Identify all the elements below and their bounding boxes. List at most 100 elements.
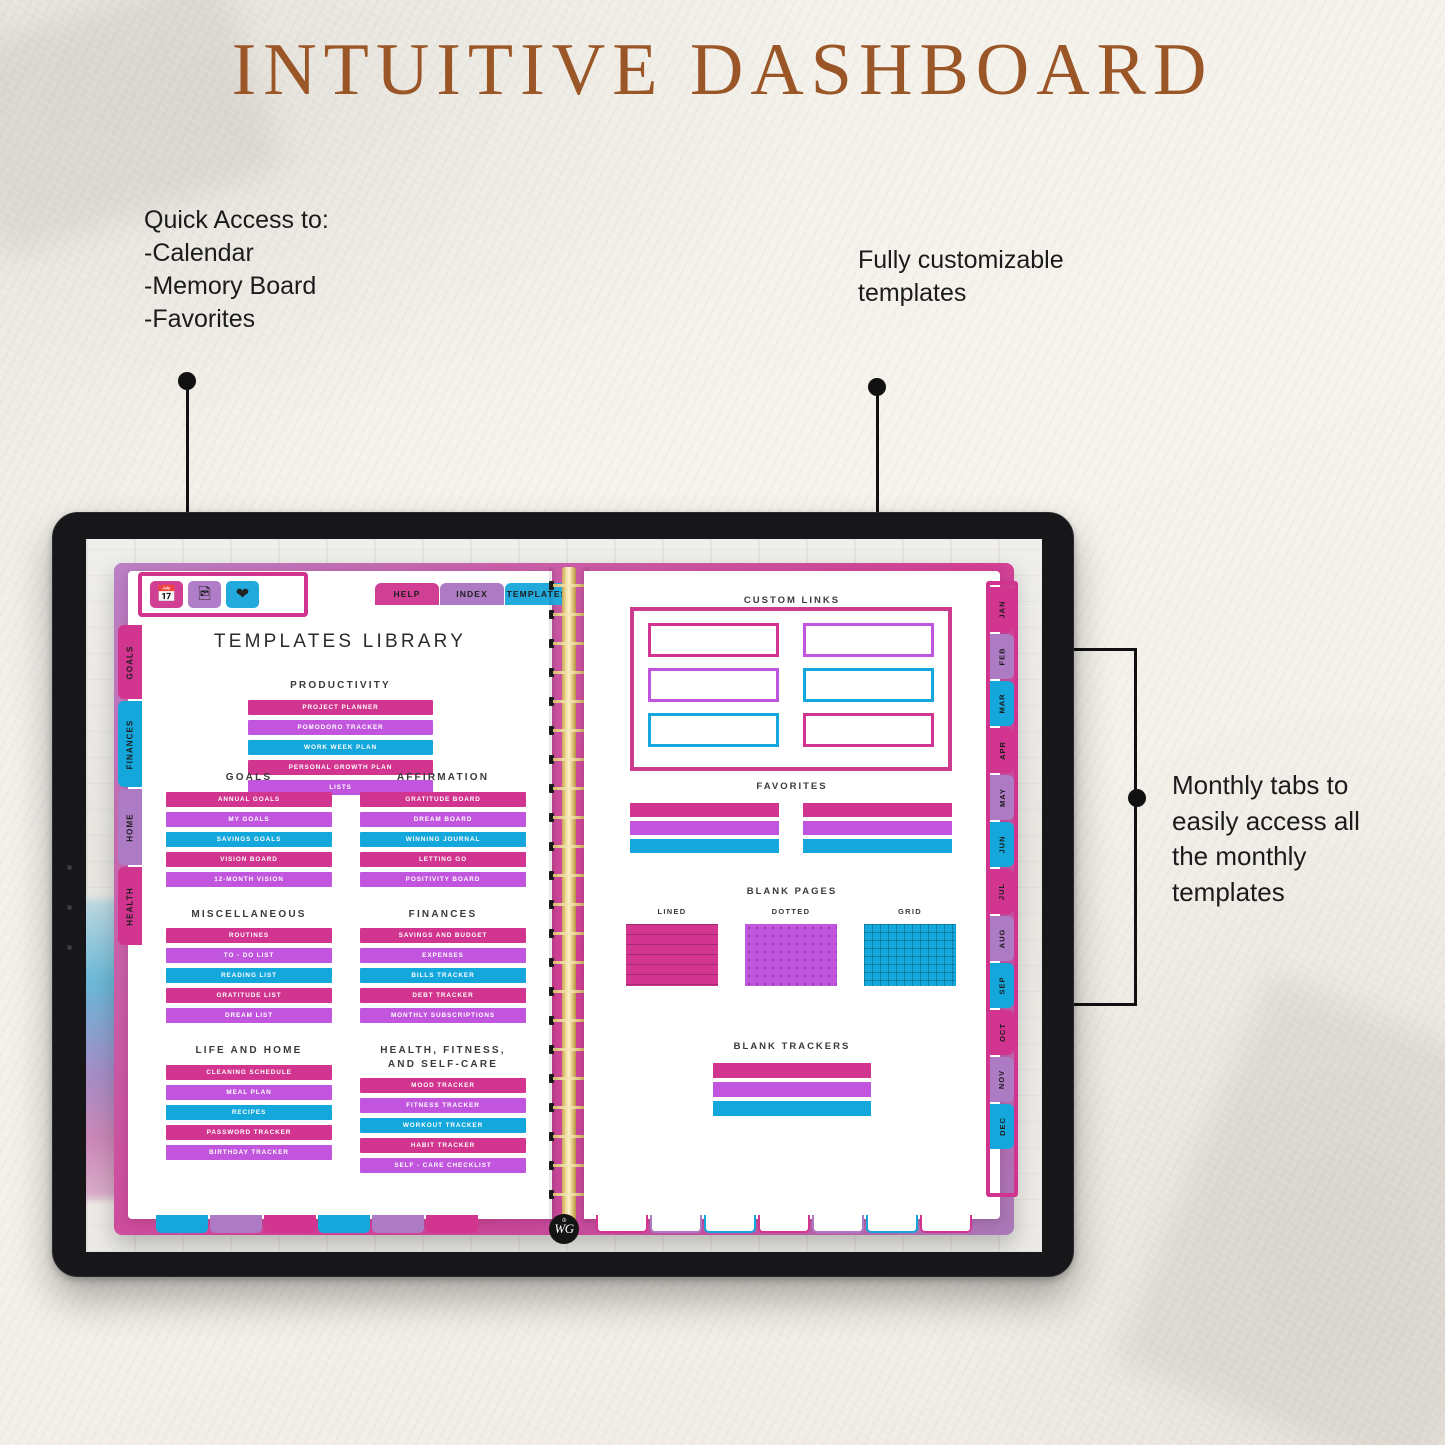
bottom-tab[interactable] — [372, 1215, 424, 1233]
bottom-tab[interactable] — [210, 1215, 262, 1233]
spiral-ring — [549, 1074, 589, 1083]
bottom-tab[interactable] — [758, 1215, 810, 1233]
template-link-button[interactable]: MOOD TRACKER — [360, 1078, 526, 1093]
template-link-button[interactable]: LETTING GO — [360, 851, 526, 867]
blank-tracker-bar[interactable] — [713, 1082, 871, 1097]
quick-access-toolbar[interactable]: 📅 🖻 ❤ — [150, 581, 259, 608]
bottom-tabs-right[interactable] — [596, 1215, 972, 1233]
template-link-button[interactable]: PROJECT PLANNER — [248, 699, 433, 715]
spiral-ring — [549, 668, 589, 677]
template-link-button[interactable]: RECIPES — [166, 1104, 332, 1120]
bottom-tab[interactable] — [426, 1215, 478, 1233]
blank-page-swatch[interactable] — [626, 924, 718, 986]
bottom-tab[interactable] — [866, 1215, 918, 1233]
bottom-tab[interactable] — [920, 1215, 972, 1233]
category-tab-health[interactable]: HEALTH — [118, 867, 142, 945]
template-link-button[interactable]: GRATITUDE BOARD — [360, 791, 526, 807]
bottom-tab[interactable] — [264, 1215, 316, 1233]
template-link-button[interactable]: MY GOALS — [166, 811, 332, 827]
template-link-button[interactable]: POMODORO TRACKER — [248, 719, 433, 735]
favorite-link-bar[interactable] — [803, 839, 952, 853]
top-tab-index[interactable]: INDEX — [440, 583, 504, 605]
template-link-button[interactable]: FITNESS TRACKER — [360, 1098, 526, 1113]
top-tab-help[interactable]: HELP — [375, 583, 439, 605]
template-link-button[interactable]: TO - DO LIST — [166, 948, 332, 963]
category-tab-label: HEALTH — [125, 886, 135, 926]
blank-page-grid[interactable]: GRID — [864, 907, 956, 986]
custom-links-panel — [630, 607, 952, 771]
template-link-button[interactable]: DEBT TRACKER — [360, 988, 526, 1003]
template-link-button[interactable]: VISION BOARD — [166, 851, 332, 867]
template-link-button[interactable]: BIRTHDAY TRACKER — [166, 1144, 332, 1160]
favorite-link-bar[interactable] — [803, 803, 952, 817]
blank-trackers-stack[interactable] — [713, 1063, 871, 1120]
callout-monthly-tabs: Monthly tabs to easily access all the mo… — [1172, 770, 1360, 907]
memory-board-icon[interactable]: 🖻 — [188, 581, 221, 608]
section-heading: HEALTH, FITNESS, AND SELF-CARE — [380, 1045, 506, 1070]
custom-link-box[interactable] — [648, 623, 779, 657]
favorites-icon[interactable]: ❤ — [226, 581, 259, 608]
template-link-button[interactable]: CLEANING SCHEDULE — [166, 1064, 332, 1080]
blank-page-swatch[interactable] — [864, 924, 956, 986]
custom-link-box[interactable] — [648, 713, 779, 747]
custom-link-box[interactable] — [803, 713, 934, 747]
blank-tracker-bar[interactable] — [713, 1101, 871, 1116]
blank-pages-row[interactable]: LINED DOTTED GRID — [626, 907, 956, 986]
template-link-button[interactable]: GRATITUDE LIST — [166, 988, 332, 1003]
section-finances: FINANCES SAVINGS AND BUDGET EXPENSES BILLS … — [360, 908, 526, 1029]
month-tabs-highlight-box — [986, 581, 1018, 1197]
template-link-button[interactable]: PASSWORD TRACKER — [166, 1124, 332, 1140]
template-link-button[interactable]: SAVINGS GOALS — [166, 831, 332, 847]
template-link-button[interactable]: POSITIVITY BOARD — [360, 871, 526, 887]
bottom-tabs-left[interactable] — [156, 1215, 478, 1233]
template-link-button[interactable]: EXPENSES — [360, 948, 526, 963]
bottom-tab[interactable] — [596, 1215, 648, 1233]
section-heading: AFFIRMATION — [396, 772, 490, 783]
blank-page-lined[interactable]: LINED — [626, 907, 718, 986]
category-tabs-left[interactable]: GOALS FINANCES HOME HEALTH — [118, 625, 142, 947]
top-tab-bar[interactable]: HELP INDEX TEMPLATES — [375, 583, 569, 605]
section-affirmation: AFFIRMATION GRATITUDE BOARD DREAM BOARD WIN… — [360, 771, 526, 892]
spiral-ring — [549, 871, 589, 880]
custom-link-box[interactable] — [803, 623, 934, 657]
template-link-button[interactable]: DREAM LIST — [166, 1008, 332, 1023]
template-link-button[interactable]: MEAL PLAN — [166, 1084, 332, 1100]
template-link-button[interactable]: SELF - CARE CHECKLIST — [360, 1158, 526, 1173]
custom-link-box[interactable] — [648, 668, 779, 702]
template-link-button[interactable]: READING LIST — [166, 968, 332, 983]
template-link-button[interactable]: DREAM BOARD — [360, 811, 526, 827]
template-link-button[interactable]: ROUTINES — [166, 928, 332, 943]
favorite-link-bar[interactable] — [630, 839, 779, 853]
bottom-tab[interactable] — [156, 1215, 208, 1233]
bottom-tab[interactable] — [650, 1215, 702, 1233]
template-link-button[interactable]: ANNUAL GOALS — [166, 791, 332, 807]
spiral-ring — [549, 697, 589, 706]
custom-links-grid[interactable] — [648, 623, 934, 747]
calendar-icon[interactable]: 📅 — [150, 581, 183, 608]
template-link-button[interactable]: 12-MONTH VISION — [166, 871, 332, 887]
planner-left-page: 📅 🖻 ❤ HELP INDEX TEMPLATES GOALS FINANCES HOME… — [118, 571, 569, 1233]
callout-customizable-templates: Fully customizable templates — [858, 246, 1064, 307]
template-link-button[interactable]: WINNING JOURNAL — [360, 831, 526, 847]
blank-tracker-bar[interactable] — [713, 1063, 871, 1078]
favorites-grid[interactable] — [630, 803, 952, 857]
category-tab-home[interactable]: HOME — [118, 789, 142, 865]
favorite-link-bar[interactable] — [803, 821, 952, 835]
blank-page-swatch[interactable] — [745, 924, 837, 986]
bottom-tab[interactable] — [812, 1215, 864, 1233]
template-link-button[interactable]: SAVINGS AND BUDGET — [360, 928, 526, 943]
template-link-button[interactable]: MONTHLY SUBSCRIPTIONS — [360, 1008, 526, 1023]
category-tab-finances[interactable]: FINANCES — [118, 701, 142, 787]
favorite-link-bar[interactable] — [630, 803, 779, 817]
bottom-tab[interactable] — [704, 1215, 756, 1233]
custom-link-box[interactable] — [803, 668, 934, 702]
template-link-button[interactable]: WORKOUT TRACKER — [360, 1118, 526, 1133]
bottom-tab[interactable] — [318, 1215, 370, 1233]
template-link-button[interactable]: BILLS TRACKER — [360, 968, 526, 983]
spiral-ring — [549, 726, 589, 735]
blank-page-dotted[interactable]: DOTTED — [745, 907, 837, 986]
favorite-link-bar[interactable] — [630, 821, 779, 835]
template-link-button[interactable]: WORK WEEK PLAN — [248, 739, 433, 755]
spiral-ring — [549, 639, 589, 648]
template-link-button[interactable]: HABIT TRACKER — [360, 1138, 526, 1153]
